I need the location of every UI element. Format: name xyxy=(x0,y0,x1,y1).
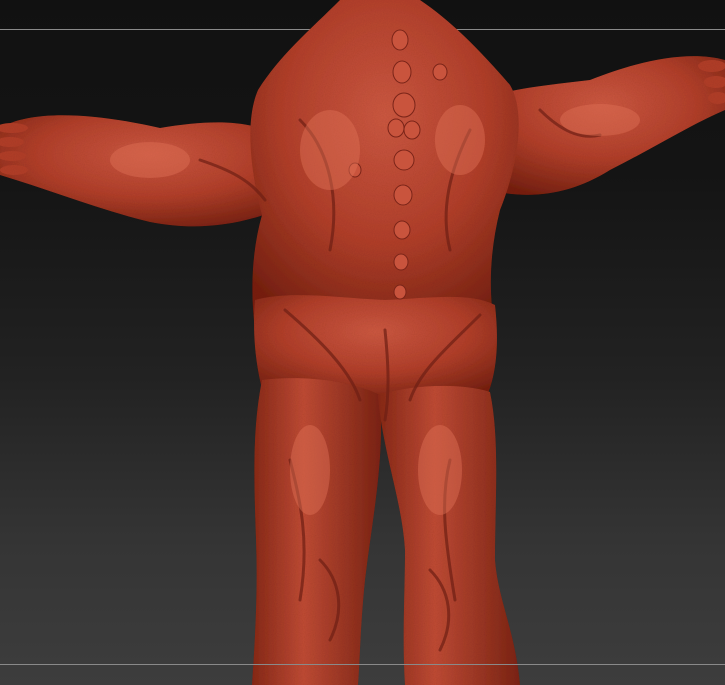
left-leg xyxy=(252,378,382,685)
sculpt-viewport[interactable] xyxy=(0,0,725,685)
torso xyxy=(250,0,519,330)
sculpted-creature-model[interactable] xyxy=(0,0,725,685)
frame-guide-bottom xyxy=(0,664,725,665)
